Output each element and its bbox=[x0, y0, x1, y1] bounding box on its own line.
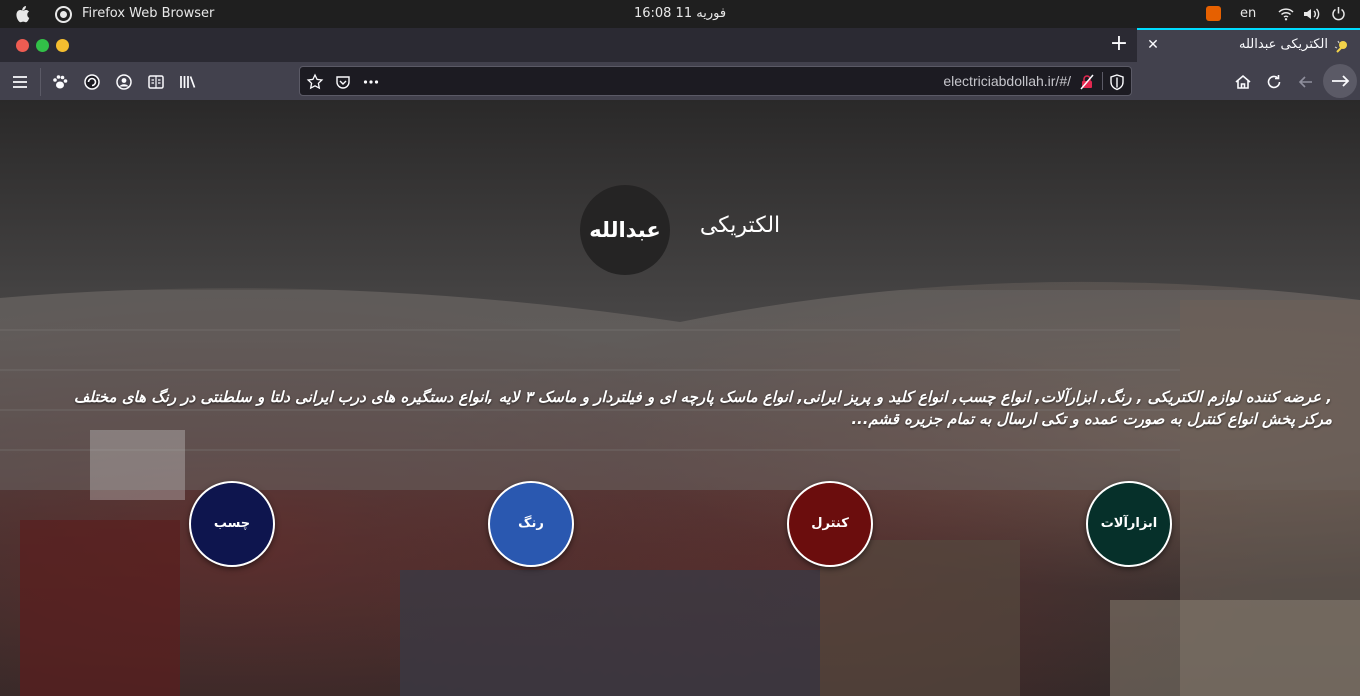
navigation-toolbar: electriciabdollah.ir/#/ bbox=[0, 62, 1360, 102]
toolbar-separator bbox=[40, 68, 41, 96]
bookmark-star-icon[interactable] bbox=[306, 73, 324, 91]
address-bar[interactable]: electriciabdollah.ir/#/ bbox=[299, 66, 1132, 96]
clock[interactable]: 16:08 11 فوریه bbox=[600, 6, 760, 21]
app-name: Firefox Web Browser bbox=[82, 6, 215, 21]
site-favicon-icon bbox=[1334, 38, 1350, 54]
category-remote-control-button[interactable]: کنترل bbox=[787, 481, 873, 567]
hero-header bbox=[0, 100, 1360, 340]
account-icon[interactable] bbox=[114, 72, 134, 92]
os-top-bar: Firefox Web Browser 16:08 11 فوریه en bbox=[0, 0, 1360, 28]
apple-icon[interactable] bbox=[14, 5, 30, 23]
library-icon[interactable] bbox=[178, 72, 198, 92]
language-indicator[interactable]: en bbox=[1240, 6, 1256, 21]
tab-active[interactable]: ✕ الکتریکی عبدالله bbox=[1137, 28, 1360, 62]
url-text: electriciabdollah.ir/#/ bbox=[943, 73, 1071, 89]
brand-logo-circle[interactable]: عبدالله bbox=[580, 185, 670, 275]
page-content: عبدالله الکتریکی , عرضه کننده لوازم الکت… bbox=[0, 100, 1360, 696]
reload-icon[interactable] bbox=[1264, 72, 1284, 92]
insecure-connection-icon[interactable] bbox=[1078, 73, 1096, 91]
back-icon[interactable] bbox=[1296, 72, 1316, 92]
home-icon[interactable] bbox=[1233, 72, 1253, 92]
category-tools-button[interactable]: ابزارآلات bbox=[1086, 481, 1172, 567]
more-actions-icon[interactable] bbox=[362, 73, 380, 91]
pocket-icon[interactable] bbox=[334, 73, 352, 91]
forward-button[interactable] bbox=[1323, 64, 1357, 98]
new-tab-button[interactable]: + bbox=[1108, 33, 1130, 55]
window-close-button[interactable] bbox=[16, 39, 29, 52]
extension-paw-icon[interactable] bbox=[50, 72, 70, 92]
menu-icon[interactable] bbox=[10, 72, 30, 92]
urlbar-separator bbox=[1102, 72, 1103, 90]
power-icon[interactable] bbox=[1331, 6, 1346, 21]
tab-close-icon[interactable]: ✕ bbox=[1145, 37, 1161, 53]
brand-title: الکتریکی bbox=[699, 213, 781, 238]
window-minimize-button[interactable] bbox=[56, 39, 69, 52]
window-maximize-button[interactable] bbox=[36, 39, 49, 52]
tab-title: الکتریکی عبدالله bbox=[1239, 37, 1328, 52]
firefox-icon bbox=[55, 6, 72, 23]
category-paint-button[interactable]: رنگ bbox=[488, 481, 574, 567]
reader-view-icon[interactable] bbox=[146, 72, 166, 92]
description-line-2: مرکز پخش انواع کنترل به صورت عمده و تکی … bbox=[851, 410, 1332, 428]
site-description: , عرضه کننده لوازم الکتریکی , رنگ, ابزار… bbox=[30, 386, 1332, 430]
tab-strip: + ✕ الکتریکی عبدالله bbox=[0, 28, 1360, 62]
wifi-icon[interactable] bbox=[1278, 7, 1294, 21]
category-glue-button[interactable]: چسب bbox=[189, 481, 275, 567]
description-line-1: , عرضه کننده لوازم الکتریکی , رنگ, ابزار… bbox=[73, 388, 1332, 406]
tracking-protection-shield-icon[interactable] bbox=[1108, 73, 1126, 91]
extension-refresh-icon[interactable] bbox=[82, 72, 102, 92]
tray-app-icon[interactable] bbox=[1206, 6, 1221, 21]
volume-icon[interactable] bbox=[1303, 7, 1321, 21]
